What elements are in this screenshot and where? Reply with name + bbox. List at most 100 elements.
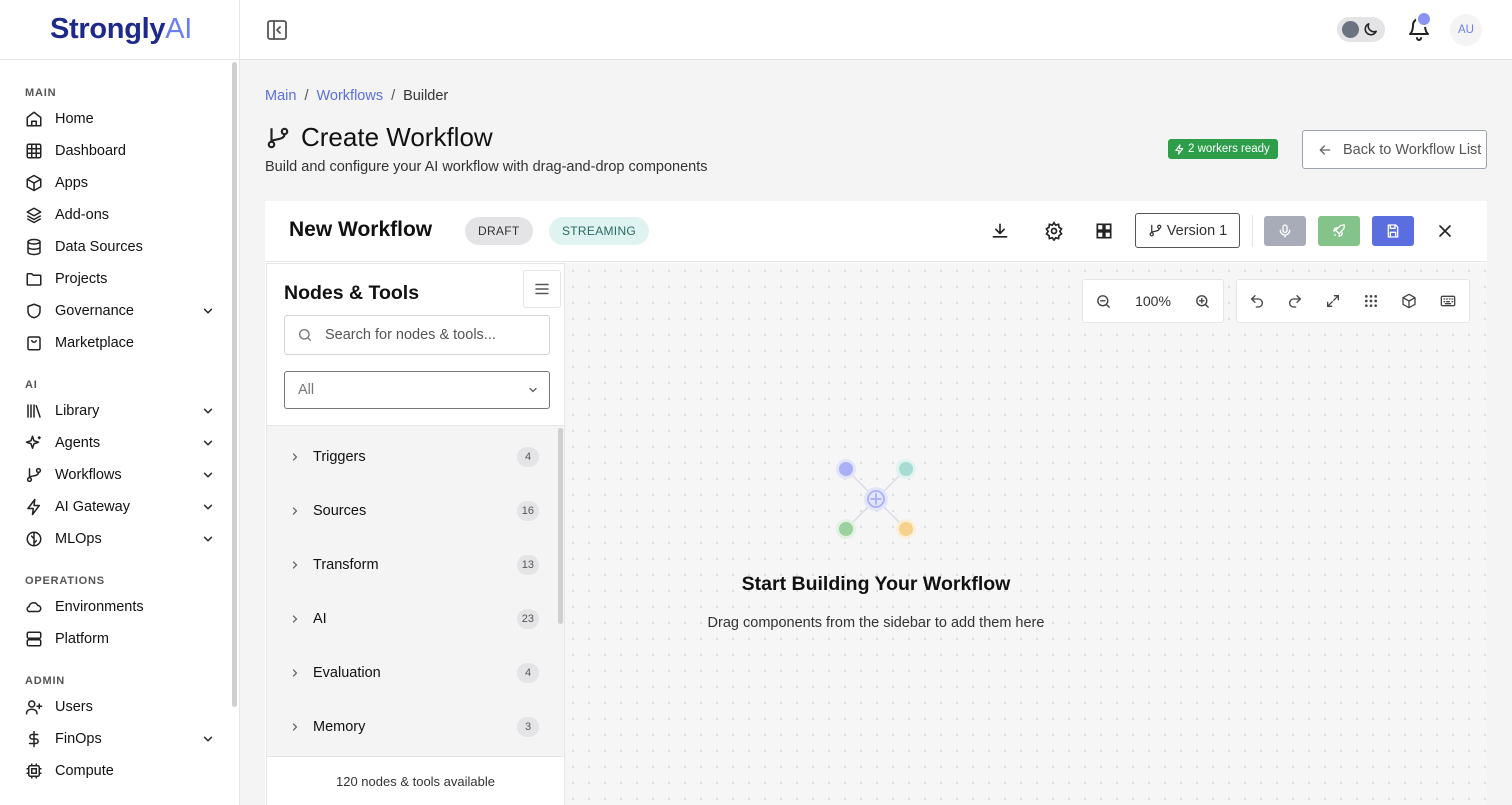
- sidebar-item-home[interactable]: Home: [0, 103, 239, 135]
- back-to-list-button[interactable]: Back to Workflow List: [1302, 130, 1487, 169]
- breadcrumb-workflows[interactable]: Workflows: [316, 88, 383, 104]
- layout-grid-icon[interactable]: [1094, 221, 1114, 241]
- server-icon: [25, 630, 43, 648]
- empty-state-title: Start Building Your Workflow: [741, 573, 1011, 595]
- sidebar-item-projects[interactable]: Projects: [0, 263, 239, 295]
- category-item-memory[interactable]: Memory 3: [267, 700, 557, 754]
- category-filter-select[interactable]: All: [284, 371, 550, 409]
- zoom-controls: 100%: [1082, 279, 1224, 323]
- category-item-transform[interactable]: Transform 13: [267, 538, 557, 592]
- sidebar-item-compute[interactable]: Compute: [0, 755, 239, 787]
- sidebar-item-finops[interactable]: FinOps: [0, 723, 239, 755]
- breadcrumb: Main / Workflows / Builder: [265, 88, 448, 104]
- sidebar: Strongly AI MAIN Home Dashboard Apps Add-…: [0, 0, 240, 805]
- category-count-badge: 23: [516, 609, 539, 629]
- sidebar-item-add-ons[interactable]: Add-ons: [0, 199, 239, 231]
- sidebar-item-label: MLOps: [55, 531, 102, 547]
- workflow-canvas[interactable]: 100% Start Building Your Workflow Drag c…: [565, 263, 1487, 805]
- category-label: Evaluation: [313, 665, 381, 681]
- breadcrumb-separator: /: [391, 88, 396, 104]
- git-branch-icon: [1148, 223, 1163, 238]
- app-root: Strongly AI MAIN Home Dashboard Apps Add-…: [0, 0, 1512, 805]
- shield-icon: [25, 302, 43, 320]
- close-icon[interactable]: [1435, 221, 1455, 241]
- workflow-builder: New Workflow DRAFT STREAMING Version 1 N…: [265, 201, 1487, 805]
- folder-icon: [25, 270, 43, 288]
- moon-icon: [1362, 21, 1379, 38]
- sidebar-item-environments[interactable]: Environments: [0, 591, 239, 623]
- workers-status-badge: 2 workers ready: [1168, 139, 1278, 159]
- sidebar-item-marketplace[interactable]: Marketplace: [0, 327, 239, 359]
- zoom-level: 100%: [1135, 293, 1171, 309]
- sidebar-item-mlops[interactable]: MLOps: [0, 523, 239, 555]
- fit-view-icon[interactable]: [1325, 293, 1341, 309]
- sidebar-scrollbar[interactable]: [232, 62, 237, 707]
- chevron-down-icon[interactable]: [201, 304, 215, 318]
- chevron-down-icon[interactable]: [201, 468, 215, 482]
- sidebar-item-label: Platform: [55, 631, 109, 647]
- sidebar-item-data-sources[interactable]: Data Sources: [0, 231, 239, 263]
- page-subtitle: Build and configure your AI workflow wit…: [265, 159, 708, 175]
- sidebar-item-platform[interactable]: Platform: [0, 623, 239, 655]
- box-icon: [25, 174, 43, 192]
- chevron-down-icon[interactable]: [201, 404, 215, 418]
- sidebar-item-label: FinOps: [55, 731, 102, 747]
- gear-icon[interactable]: [1044, 221, 1064, 241]
- sidebar-item-label: Add-ons: [55, 207, 110, 223]
- section-title-operations: OPERATIONS: [25, 575, 105, 587]
- redo-icon[interactable]: [1287, 293, 1303, 309]
- chevron-right-icon: [289, 721, 301, 733]
- search-input[interactable]: Search for nodes & tools...: [284, 315, 550, 355]
- chevron-down-icon[interactable]: [201, 732, 215, 746]
- sidebar-item-label: Marketplace: [55, 335, 134, 351]
- brand-suffix: AI: [165, 13, 193, 45]
- page-title: Create Workflow: [265, 122, 493, 153]
- undo-icon[interactable]: [1249, 293, 1265, 309]
- voice-button[interactable]: [1264, 216, 1306, 246]
- sidebar-item-users[interactable]: Users: [0, 691, 239, 723]
- sidebar-item-ai-gateway[interactable]: AI Gateway: [0, 491, 239, 523]
- sidebar-item-label: Compute: [55, 763, 114, 779]
- save-icon: [1385, 223, 1401, 239]
- dot-grid-icon[interactable]: [1363, 293, 1379, 309]
- avatar[interactable]: AU: [1450, 14, 1482, 46]
- version-button[interactable]: Version 1: [1135, 213, 1240, 248]
- chevron-down-icon[interactable]: [201, 500, 215, 514]
- chevron-down-icon[interactable]: [201, 436, 215, 450]
- section-title-main: MAIN: [25, 87, 57, 99]
- mic-icon: [1277, 223, 1293, 239]
- breadcrumb-main[interactable]: Main: [265, 88, 296, 104]
- sidebar-item-governance[interactable]: Governance: [0, 295, 239, 327]
- zoom-in-icon[interactable]: [1194, 293, 1211, 310]
- sidebar-item-library[interactable]: Library: [0, 395, 239, 427]
- page-title-text: Create Workflow: [301, 122, 493, 152]
- keyboard-icon[interactable]: [1439, 293, 1457, 309]
- chevron-down-icon[interactable]: [201, 532, 215, 546]
- filter-value: All: [298, 382, 315, 398]
- save-button[interactable]: [1372, 216, 1414, 246]
- zoom-out-icon[interactable]: [1095, 293, 1112, 310]
- theme-toggle[interactable]: [1337, 17, 1385, 42]
- deploy-button[interactable]: [1318, 216, 1360, 246]
- sidebar-toggle-icon[interactable]: [265, 18, 289, 42]
- breadcrumb-current: Builder: [403, 88, 449, 104]
- category-item-sources[interactable]: Sources 16: [267, 484, 557, 538]
- sidebar-item-label: Data Sources: [55, 239, 143, 255]
- search-icon: [297, 327, 313, 343]
- category-item-triggers[interactable]: Triggers 4: [267, 430, 557, 484]
- grid-icon: [25, 142, 43, 160]
- category-scrollbar[interactable]: [558, 428, 563, 624]
- category-item-ai[interactable]: AI 23: [267, 592, 557, 646]
- sidebar-item-agents[interactable]: Agents: [0, 427, 239, 459]
- cpu-icon: [25, 762, 43, 780]
- download-icon[interactable]: [990, 221, 1010, 241]
- brand-logo[interactable]: Strongly AI: [0, 0, 239, 60]
- sidebar-item-dashboard[interactable]: Dashboard: [0, 135, 239, 167]
- topbar: AU: [240, 0, 1512, 60]
- workflow-name[interactable]: New Workflow: [289, 218, 432, 242]
- category-item-evaluation[interactable]: Evaluation 4: [267, 646, 557, 700]
- sidebar-item-workflows[interactable]: Workflows: [0, 459, 239, 491]
- cube-icon[interactable]: [1401, 293, 1417, 309]
- sidebar-item-apps[interactable]: Apps: [0, 167, 239, 199]
- panel-menu-button[interactable]: [523, 270, 561, 308]
